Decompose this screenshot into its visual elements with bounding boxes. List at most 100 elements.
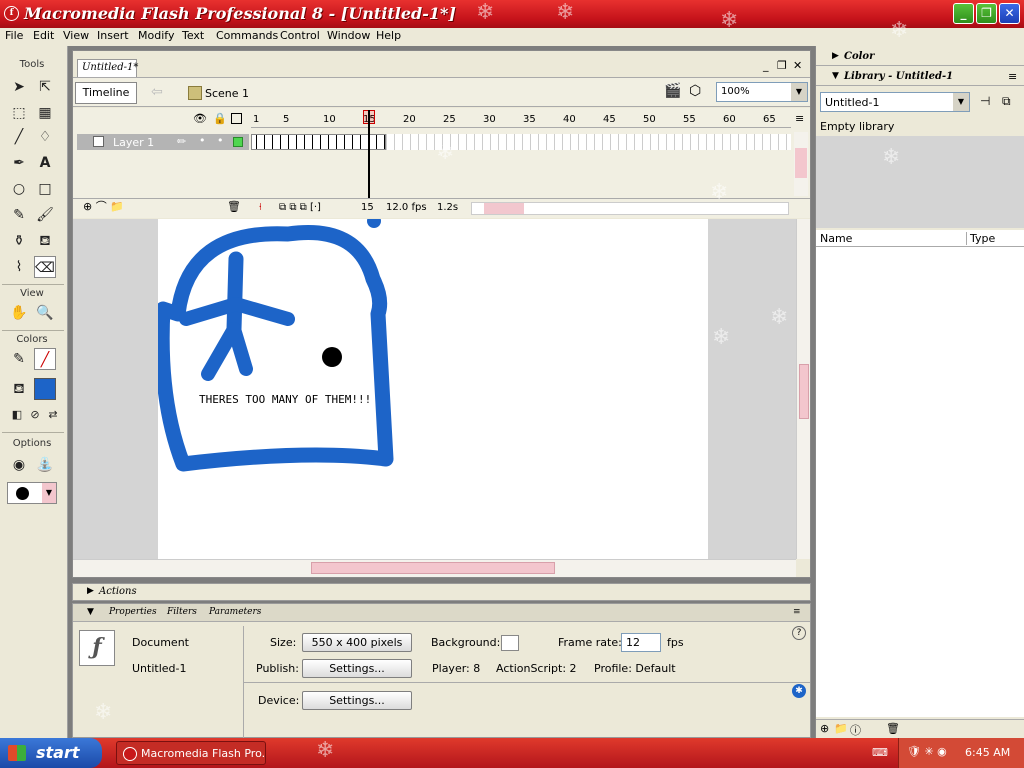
fill-color-icon[interactable]: ⛾ bbox=[8, 378, 30, 400]
tray-icons[interactable]: 🛡 ✳ ◉ bbox=[907, 745, 947, 758]
stage-h-scrollbar[interactable] bbox=[73, 559, 796, 577]
stage-area[interactable]: THERES TOO MANY OF THEM!!! bbox=[73, 219, 796, 559]
menu-control[interactable]: Control bbox=[280, 29, 320, 42]
stroke-color-swatch[interactable]: ╱ bbox=[34, 348, 56, 370]
eye-icon[interactable]: 👁 bbox=[193, 112, 207, 125]
column-name[interactable]: Name bbox=[820, 232, 852, 245]
library-select[interactable]: Untitled-1 ▼ bbox=[820, 92, 970, 112]
timeline-h-thumb[interactable] bbox=[484, 203, 524, 214]
new-library-panel-icon[interactable]: ⧉ bbox=[1002, 94, 1011, 109]
background-color-swatch[interactable] bbox=[501, 635, 519, 651]
delete-icon[interactable]: 🗑 bbox=[886, 722, 900, 735]
center-frame-icon[interactable]: ⍿ bbox=[259, 202, 262, 213]
menu-insert[interactable]: Insert bbox=[97, 29, 129, 42]
pencil-tool-icon[interactable]: ✎ bbox=[8, 204, 30, 226]
library-panel-header[interactable]: ▼ Library - Untitled-1 ≡ bbox=[816, 68, 1024, 86]
frame-rate-input[interactable]: 12 bbox=[621, 633, 661, 652]
maximize-button[interactable]: ❐ bbox=[976, 3, 997, 24]
stage-v-scrollbar[interactable] bbox=[796, 219, 810, 559]
text-tool-icon[interactable]: A bbox=[34, 152, 56, 174]
menu-modify[interactable]: Modify bbox=[138, 29, 174, 42]
zoom-select[interactable]: 100% ▼ bbox=[716, 82, 808, 102]
frame-ruler[interactable]: 1 5 10 15 20 25 30 35 40 45 50 55 60 65 bbox=[251, 112, 791, 128]
hand-tool-icon[interactable]: ✋ bbox=[8, 302, 30, 324]
panel-menu-icon[interactable]: ≡ bbox=[793, 607, 801, 617]
playhead[interactable] bbox=[368, 110, 370, 198]
frame-view-menu-icon[interactable]: ≡ bbox=[795, 112, 804, 125]
lock-icon[interactable]: 🔒 bbox=[213, 112, 227, 125]
collapse-arrow-icon[interactable]: ▼ bbox=[832, 71, 839, 81]
arrow-tool-icon[interactable]: ➤ bbox=[8, 76, 30, 98]
edit-symbols-icon[interactable]: ⬡ bbox=[689, 83, 701, 99]
edit-scene-icon[interactable]: 🎬 bbox=[664, 83, 681, 99]
library-list[interactable] bbox=[816, 247, 1024, 717]
rectangle-tool-icon[interactable]: □ bbox=[34, 178, 56, 200]
onion-skin-icons[interactable]: ⧉ ⧉ ⧉ [·] bbox=[279, 202, 321, 213]
device-settings-button[interactable]: Settings... bbox=[302, 691, 412, 710]
panel-menu-icon[interactable]: ≡ bbox=[1008, 70, 1017, 83]
collapse-arrow-icon[interactable]: ▼ bbox=[87, 607, 94, 617]
visible-dot-icon[interactable]: • bbox=[199, 134, 206, 147]
stage-canvas[interactable]: THERES TOO MANY OF THEM!!! bbox=[158, 219, 708, 559]
color-panel-header[interactable]: ▶ Color bbox=[816, 48, 1024, 66]
tab-properties[interactable]: Properties bbox=[109, 607, 157, 617]
pen-tool-icon[interactable]: ✒ bbox=[8, 152, 30, 174]
keyframes[interactable] bbox=[251, 134, 386, 150]
minimize-button[interactable]: _ bbox=[953, 3, 974, 24]
expand-arrow-icon[interactable]: ▶ bbox=[832, 51, 839, 61]
paint-bucket-icon[interactable]: ⛾ bbox=[34, 230, 56, 252]
keyboard-icon[interactable]: ⌨ bbox=[872, 746, 888, 759]
oval-tool-icon[interactable]: ○ bbox=[8, 178, 30, 200]
close-button[interactable]: ✕ bbox=[999, 3, 1020, 24]
pin-library-icon[interactable]: ⊣ bbox=[980, 94, 990, 108]
new-folder-icon[interactable]: 📁 bbox=[834, 722, 848, 735]
subselect-tool-icon[interactable]: ⇱ bbox=[34, 76, 56, 98]
timeline-h-scrollbar[interactable] bbox=[471, 202, 789, 215]
tab-filters[interactable]: Filters bbox=[167, 607, 197, 617]
zoom-tool-icon[interactable]: 🔍 bbox=[34, 302, 56, 324]
expand-arrow-icon[interactable]: ▶ bbox=[87, 586, 94, 596]
stage-v-thumb[interactable] bbox=[799, 364, 809, 419]
help-icon[interactable]: ? bbox=[792, 626, 806, 640]
outline-icon[interactable] bbox=[231, 113, 242, 124]
eraser-tool-icon[interactable]: ⌫ bbox=[34, 256, 56, 278]
actions-panel-header[interactable]: ▶ Actions bbox=[72, 583, 811, 601]
taskbar-item-flash[interactable]: Macromedia Flash Pro... bbox=[116, 741, 266, 765]
eraser-mode-icon[interactable]: ◉ bbox=[8, 454, 30, 476]
menu-text[interactable]: Text bbox=[182, 29, 204, 42]
eyedropper-icon[interactable]: ⌇ bbox=[8, 256, 30, 278]
layer-color-icon[interactable] bbox=[233, 137, 243, 147]
menu-help[interactable]: Help bbox=[376, 29, 401, 42]
lasso-tool-icon[interactable]: ♢ bbox=[34, 126, 56, 148]
menu-commands[interactable]: Commands bbox=[216, 29, 278, 42]
start-button[interactable]: start bbox=[0, 738, 102, 768]
layer-row[interactable]: Layer 1 ✏ • • bbox=[77, 134, 249, 150]
stage-text[interactable]: THERES TOO MANY OF THEM!!! bbox=[199, 393, 371, 406]
menu-edit[interactable]: Edit bbox=[33, 29, 54, 42]
eraser-shape-select[interactable]: ▼ bbox=[7, 482, 57, 504]
unlock-dot-icon[interactable]: • bbox=[217, 134, 224, 147]
layer-name[interactable]: Layer 1 bbox=[113, 136, 154, 149]
doc-restore-icon[interactable]: ❐ bbox=[777, 59, 787, 72]
stage-h-thumb[interactable] bbox=[311, 562, 555, 574]
menu-view[interactable]: View bbox=[63, 29, 89, 42]
accessibility-icon[interactable]: ✱ bbox=[792, 684, 806, 698]
properties-icon[interactable]: ⓘ bbox=[850, 722, 861, 738]
free-transform-icon[interactable]: ⬚ bbox=[8, 102, 30, 124]
ink-bottle-icon[interactable]: ⚱ bbox=[8, 230, 30, 252]
column-type[interactable]: Type bbox=[966, 232, 995, 245]
document-tab[interactable]: Untitled-1* bbox=[77, 59, 138, 77]
timeline-button[interactable]: Timeline bbox=[75, 82, 137, 104]
swap-colors-icon[interactable]: ⇄ bbox=[42, 404, 64, 426]
menu-window[interactable]: Window bbox=[327, 29, 370, 42]
faucet-icon[interactable]: ⛲ bbox=[34, 454, 56, 476]
stroke-color-icon[interactable]: ✎ bbox=[8, 348, 30, 370]
line-tool-icon[interactable]: ╱ bbox=[8, 126, 30, 148]
new-symbol-icon[interactable]: ⊕ bbox=[820, 722, 829, 735]
fill-transform-icon[interactable]: ▦ bbox=[34, 102, 56, 124]
tab-parameters[interactable]: Parameters bbox=[209, 607, 261, 617]
timeline-v-scrollbar[interactable] bbox=[794, 132, 808, 196]
brush-tool-icon[interactable]: 🖌 bbox=[34, 204, 56, 226]
doc-close-icon[interactable]: ✕ bbox=[793, 59, 802, 72]
publish-settings-button[interactable]: Settings... bbox=[302, 659, 412, 678]
